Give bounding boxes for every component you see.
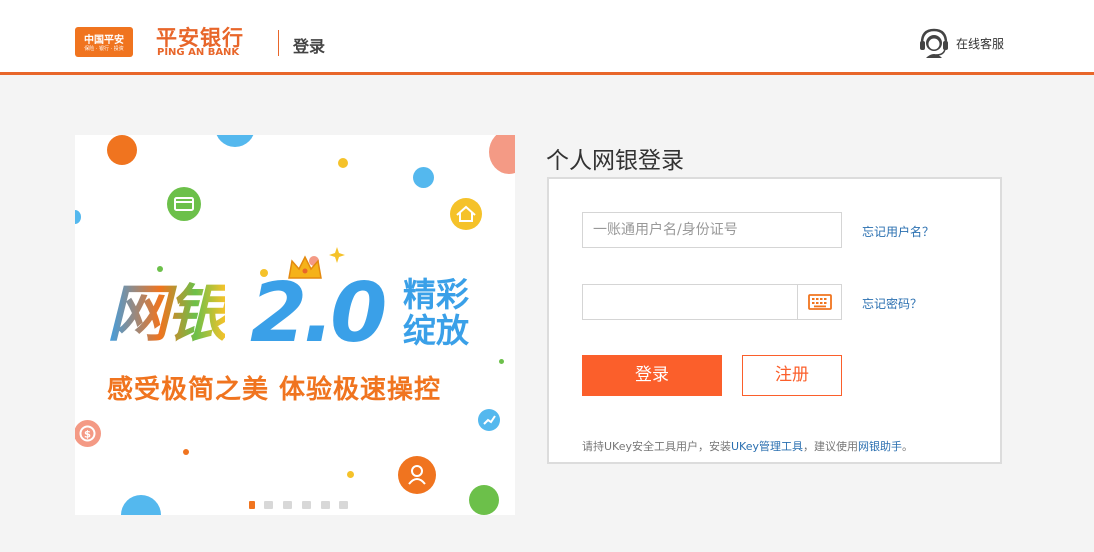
ukey-tool-link[interactable]: UKey管理工具	[731, 440, 803, 453]
banner-headline-part1: 网银	[107, 283, 228, 345]
page-title: 登录	[293, 37, 326, 56]
username-input[interactable]	[582, 212, 842, 248]
svg-text:$: $	[84, 430, 91, 441]
user-service-icon	[398, 456, 436, 494]
ping-an-group-logo[interactable]: 中国平安 保险 · 银行 · 投资	[75, 27, 133, 57]
register-button[interactable]: 注册	[742, 355, 842, 396]
forgot-username-link[interactable]: 忘记用户名？	[862, 223, 934, 240]
virtual-keyboard-button[interactable]	[797, 285, 841, 319]
tip-middle: ，建议使用	[803, 440, 858, 453]
decor-dot	[489, 135, 515, 174]
growth-chart-icon	[478, 409, 500, 431]
decor-dot	[183, 449, 189, 455]
carousel-dot[interactable]	[264, 501, 273, 509]
banner-slogan: 感受极简之美 体验极速操控	[107, 375, 442, 405]
online-service-label: 在线客服	[956, 37, 1005, 51]
decor-dot	[75, 210, 81, 224]
promo-banner[interactable]: $ 网银 2.0 精彩绽放 感受极简之美 体验极速操控	[75, 135, 515, 515]
decor-dot	[215, 135, 255, 147]
logo-ping-text: 中国平安	[84, 35, 124, 46]
ukey-tip: 请持UKey安全工具用户，安装UKey管理工具，建议使用网银助手。	[582, 438, 913, 454]
carousel-dot-active[interactable]	[249, 501, 255, 509]
house-icon	[450, 198, 482, 230]
top-header: 中国平安 保险 · 银行 · 投资 平安银行 PING AN BANK 登录 在…	[0, 0, 1094, 75]
header-divider	[278, 30, 279, 56]
decor-dot	[157, 266, 163, 272]
keyboard-icon	[808, 294, 832, 310]
carousel-dot[interactable]	[283, 501, 292, 509]
login-button[interactable]: 登录	[582, 355, 722, 396]
decor-dot	[107, 135, 137, 165]
banner-headline-part2: 2.0	[250, 266, 387, 361]
decor-dot	[347, 471, 354, 478]
netbank-assistant-link[interactable]: 网银助手	[858, 440, 902, 453]
headset-agent-icon	[920, 28, 948, 58]
carousel-dot[interactable]	[339, 501, 348, 509]
tip-suffix: 。	[902, 440, 913, 453]
decor-dot	[413, 167, 434, 188]
carousel-dot[interactable]	[321, 501, 330, 509]
banner-headline-side: 精彩绽放	[403, 275, 469, 351]
login-panel: 忘记用户名？ 忘记密码？ 登录 注册 请持UKey安全工具用户，安装UKey管理…	[547, 177, 1002, 464]
credit-card-icon	[167, 187, 201, 221]
decor-dot	[499, 359, 504, 364]
online-service-link[interactable]: 在线客服	[918, 26, 1018, 58]
forgot-password-link[interactable]: 忘记密码？	[862, 295, 922, 312]
carousel-dot[interactable]	[302, 501, 311, 509]
banner-headline-text-1: 网银	[107, 277, 228, 350]
logo-ping-subtext: 保险 · 银行 · 投资	[84, 46, 124, 52]
login-title: 个人网银登录	[546, 148, 684, 174]
bank-name-en: PING AN BANK	[157, 47, 240, 58]
decor-dot	[469, 485, 499, 515]
decor-dot	[121, 495, 161, 515]
decor-dot	[338, 158, 348, 168]
sparkle-icon	[329, 247, 345, 263]
currency-exchange-icon: $	[75, 420, 101, 447]
tip-prefix: 请持UKey安全工具用户，安装	[582, 440, 731, 453]
